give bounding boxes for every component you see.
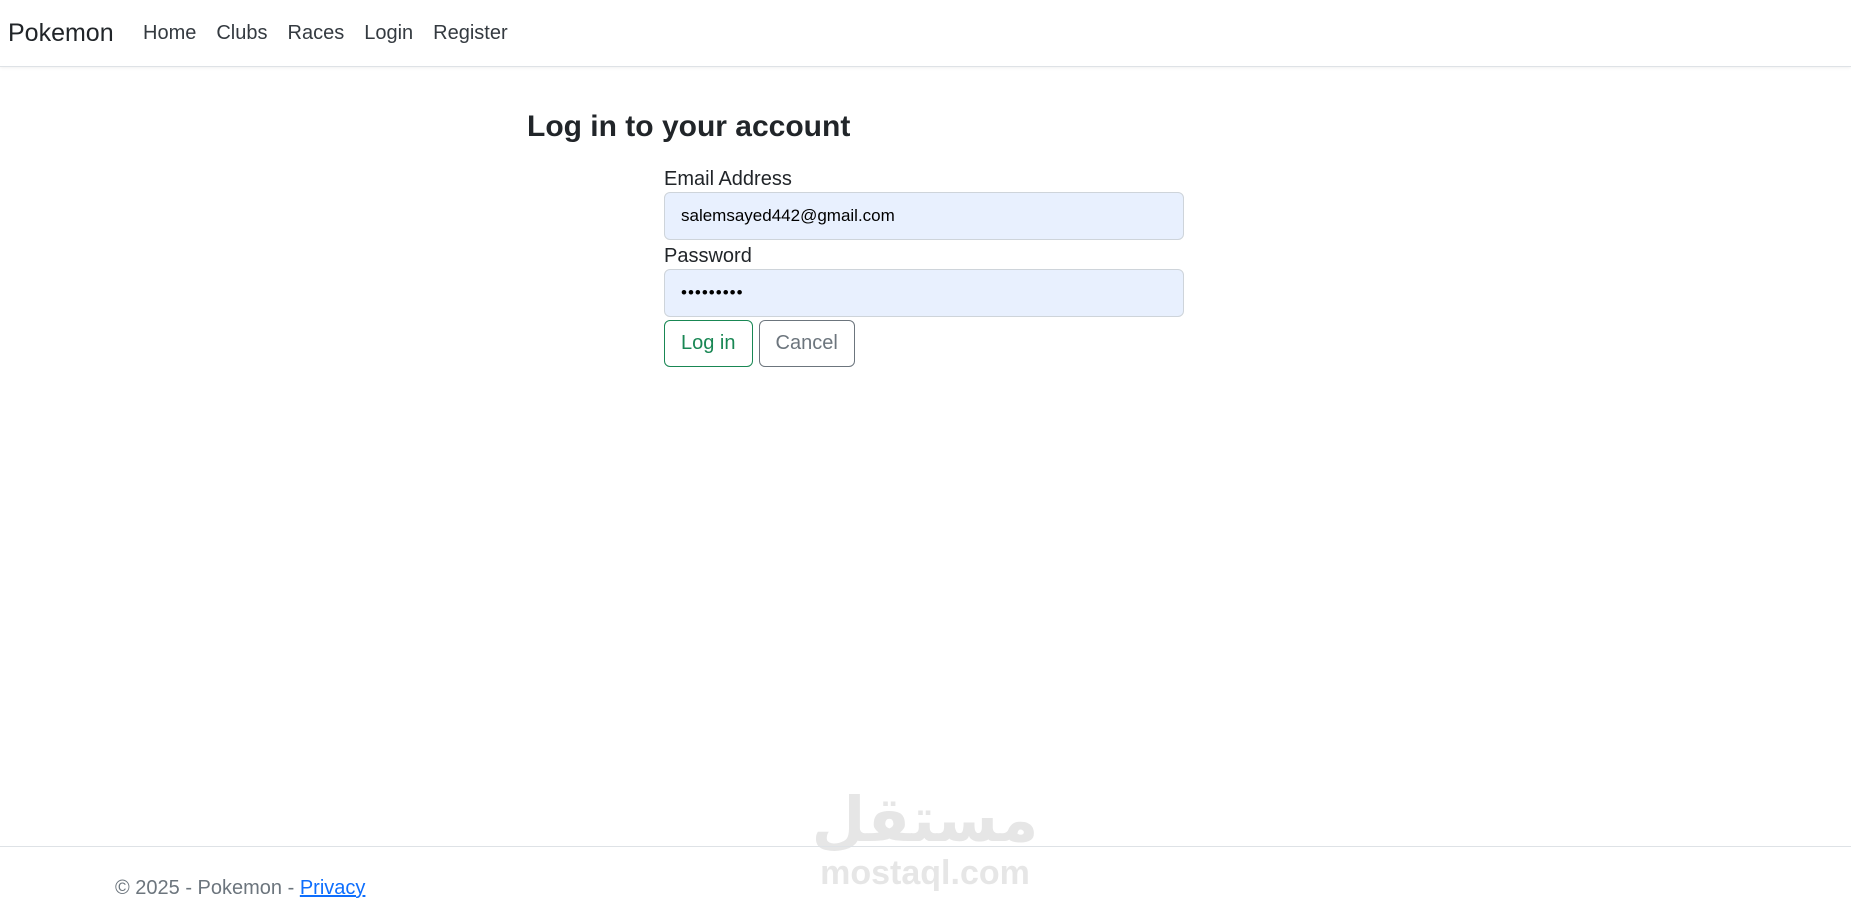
nav-link-login[interactable]: Login	[354, 19, 423, 47]
email-label: Email Address	[664, 168, 792, 190]
login-form: Email Address Password Log in Cancel	[664, 166, 1184, 367]
form-buttons: Log in Cancel	[664, 320, 1184, 367]
brand-link[interactable]: Pokemon	[8, 17, 114, 49]
footer: © 2025 - Pokemon - Privacy	[0, 846, 1851, 911]
password-label: Password	[664, 245, 752, 267]
password-field[interactable]	[664, 269, 1184, 317]
cancel-button[interactable]: Cancel	[758, 320, 855, 367]
login-button[interactable]: Log in	[664, 320, 753, 367]
nav-link-clubs[interactable]: Clubs	[206, 19, 277, 47]
nav-link-register[interactable]: Register	[423, 19, 517, 47]
email-field[interactable]	[664, 192, 1184, 240]
nav-link-home[interactable]: Home	[133, 19, 206, 47]
page-title: Log in to your account	[527, 110, 851, 143]
nav-links: Home Clubs Races Login Register	[133, 19, 518, 47]
watermark-arabic: مستقل	[811, 783, 1039, 856]
privacy-link[interactable]: Privacy	[300, 877, 366, 899]
footer-text: © 2025 - Pokemon - Privacy	[115, 875, 365, 901]
footer-copyright: © 2025 - Pokemon -	[115, 877, 300, 899]
top-navbar: Pokemon Home Clubs Races Login Register	[0, 0, 1851, 67]
nav-link-races[interactable]: Races	[278, 19, 355, 47]
